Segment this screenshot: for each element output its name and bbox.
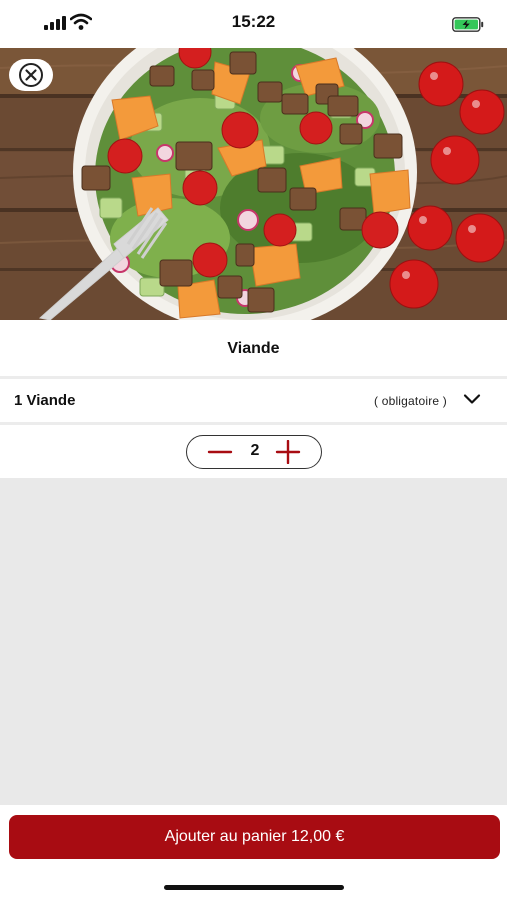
- product-image: [0, 48, 507, 320]
- plus-icon[interactable]: [275, 440, 301, 464]
- status-bar: 15:22: [0, 0, 507, 48]
- close-circle-icon: [19, 63, 43, 87]
- home-indicator: [164, 885, 344, 890]
- option-dropdown[interactable]: 1 Viande ( obligatoire ): [0, 379, 507, 422]
- status-time: 15:22: [231, 12, 276, 31]
- quantity-stepper: 2: [186, 435, 322, 469]
- add-to-cart-button[interactable]: Ajouter au panier 12,00 €: [9, 815, 500, 859]
- product-title: Viande: [227, 340, 280, 357]
- option-label: 1 Viande: [14, 392, 76, 409]
- salad-photo: [0, 48, 507, 320]
- minus-icon[interactable]: [207, 442, 233, 462]
- chevron-down-icon[interactable]: [463, 393, 481, 405]
- quantity-value: 2: [250, 442, 260, 459]
- empty-content-area: [0, 478, 507, 805]
- battery-charging-icon: [452, 17, 484, 32]
- close-button[interactable]: [9, 59, 53, 91]
- option-requirement: ( obligatoire ): [373, 394, 447, 408]
- divider: [0, 422, 507, 425]
